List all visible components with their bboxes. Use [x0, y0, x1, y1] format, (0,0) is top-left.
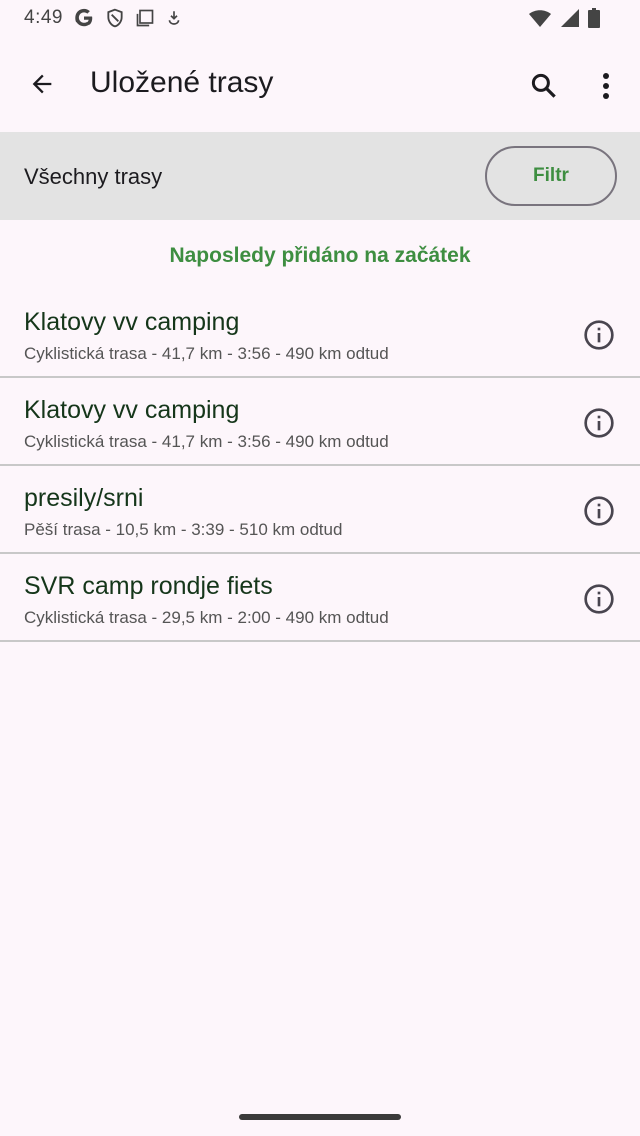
gesture-nav-handle[interactable] [239, 1114, 401, 1120]
route-item[interactable]: SVR camp rondje fiets Cyklistická trasa … [0, 554, 640, 642]
route-info-button[interactable] [582, 406, 616, 440]
filter-button[interactable]: Filtr [485, 146, 617, 206]
route-details: Cyklistická trasa - 41,7 km - 3:56 - 490… [24, 344, 389, 363]
route-name: Klatovy vv camping [24, 308, 240, 336]
route-info-button[interactable] [582, 582, 616, 616]
wifi-icon [528, 8, 552, 28]
search-icon [531, 73, 556, 98]
status-left: 4:49 [24, 7, 183, 29]
info-icon [584, 320, 614, 350]
route-info-button[interactable] [582, 318, 616, 352]
route-item[interactable]: presily/srni Pěší trasa - 10,5 km - 3:39… [0, 466, 640, 554]
route-name: Klatovy vv camping [24, 396, 240, 424]
app-bar: Uložené trasy [0, 36, 640, 132]
status-bar: 4:49 [0, 0, 640, 36]
battery-icon [588, 8, 600, 28]
route-item[interactable]: Klatovy vv camping Cyklistická trasa - 4… [0, 378, 640, 466]
route-info-button[interactable] [582, 494, 616, 528]
more-vert-icon [603, 73, 609, 99]
info-icon [584, 584, 614, 614]
download-icon [165, 8, 183, 28]
status-right [528, 8, 600, 28]
google-icon [73, 7, 95, 29]
filter-label: Všechny trasy [24, 164, 163, 189]
back-button[interactable] [22, 64, 62, 104]
search-button[interactable] [522, 64, 566, 108]
route-list: Klatovy vv camping Cyklistická trasa - 4… [0, 290, 640, 642]
signal-icon [560, 8, 580, 28]
screen-icon [135, 8, 155, 28]
route-details: Cyklistická trasa - 29,5 km - 2:00 - 490… [24, 608, 389, 627]
sort-order-button[interactable]: Naposledy přidáno na začátek [0, 244, 640, 268]
info-icon [584, 496, 614, 526]
page-title: Uložené trasy [90, 66, 274, 99]
back-arrow-icon [32, 74, 52, 94]
filter-bar: Všechny trasy Filtr [0, 132, 640, 220]
route-item[interactable]: Klatovy vv camping Cyklistická trasa - 4… [0, 290, 640, 378]
shield-icon [105, 8, 125, 28]
info-icon [584, 408, 614, 438]
more-options-button[interactable] [586, 64, 626, 108]
route-name: SVR camp rondje fiets [24, 572, 273, 600]
route-details: Pěší trasa - 10,5 km - 3:39 - 510 km odt… [24, 520, 343, 539]
status-time: 4:49 [24, 7, 63, 28]
route-name: presily/srni [24, 484, 144, 512]
route-details: Cyklistická trasa - 41,7 km - 3:56 - 490… [24, 432, 389, 451]
